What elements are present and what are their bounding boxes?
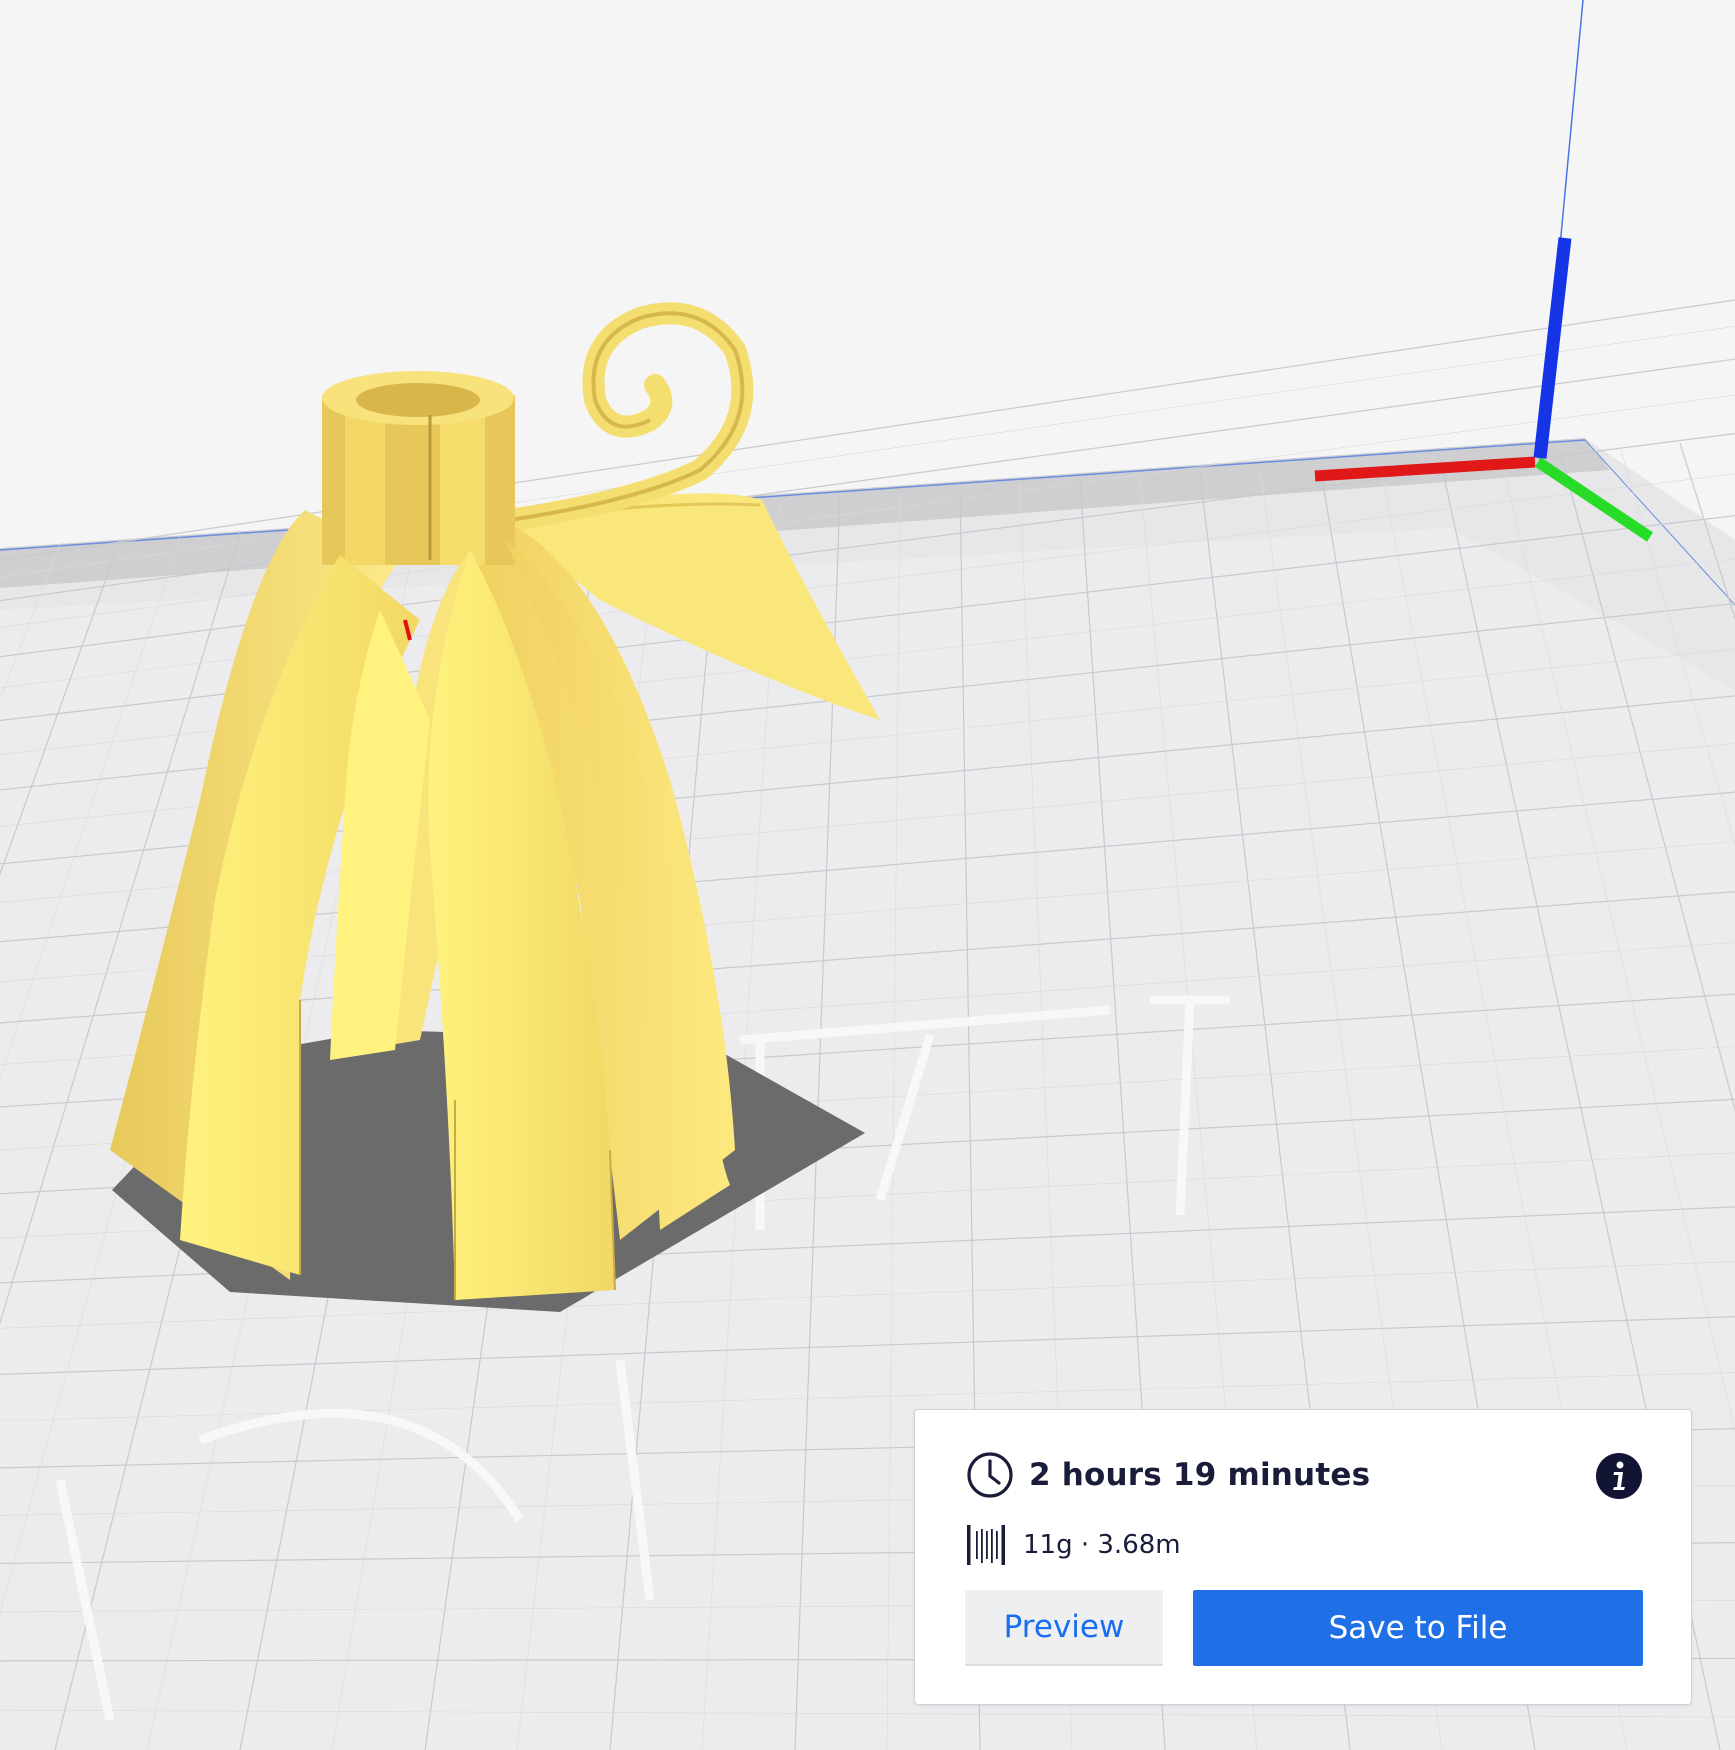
preview-button[interactable]: Preview — [965, 1590, 1163, 1666]
save-to-file-button[interactable]: Save to File — [1193, 1590, 1643, 1666]
spool-icon — [967, 1525, 1005, 1565]
print-summary-panel: 2 hours 19 minutes 11g · 3.68m Preview S… — [914, 1409, 1692, 1705]
material-usage: 11g · 3.68m — [1023, 1530, 1181, 1560]
print-time-row: 2 hours 19 minutes — [965, 1450, 1370, 1500]
print-time: 2 hours 19 minutes — [1029, 1457, 1371, 1493]
material-usage-row: 11g · 3.68m — [965, 1522, 1181, 1568]
clock-icon — [967, 1452, 1013, 1498]
info-icon[interactable] — [1595, 1452, 1643, 1500]
